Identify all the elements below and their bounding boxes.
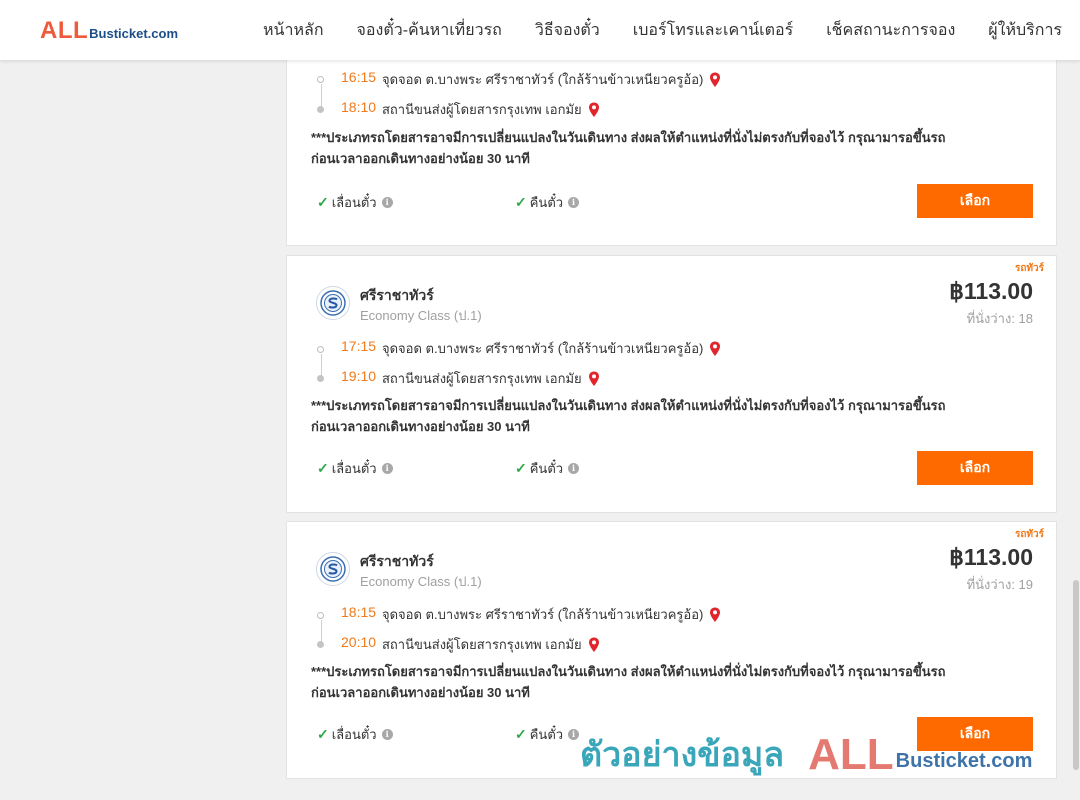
check-icon: ✓ — [515, 460, 527, 476]
notice-line-1: ***ประเภทรถโดยสารอาจมีการเปลี่ยนแปลงในวั… — [311, 398, 946, 413]
notice-line-2: ก่อนเวลาออกเดินทางอย่างน้อย 30 นาที — [311, 419, 530, 434]
map-pin-icon[interactable] — [709, 341, 721, 357]
seat-change-notice: ***ประเภทรถโดยสารอาจมีการเปลี่ยนแปลงในวั… — [311, 661, 1031, 703]
select-trip-button[interactable]: เลือก — [917, 184, 1033, 218]
ticket-price: ฿113.00 — [949, 544, 1033, 570]
check-icon: ✓ — [515, 194, 527, 210]
notice-line-1: ***ประเภทรถโดยสารอาจมีการเปลี่ยนแปลงในวั… — [311, 130, 946, 145]
bus-type-badge: รถทัวร์ — [1014, 529, 1044, 540]
arrival-place-label: สถานีขนส่งผู้โดยสารกรุงเทพ เอกมัย — [382, 637, 582, 652]
postpone-label: เลื่อนตั๋ว — [331, 727, 377, 742]
seats-available: ที่นั่งว่าง: 19 — [966, 577, 1033, 592]
top-navbar: ALL Busticket.com หน้าหลัก จองตั๋ว-ค้นหา… — [0, 0, 1080, 60]
check-icon: ✓ — [317, 194, 329, 210]
select-trip-button[interactable]: เลือก — [917, 717, 1033, 751]
bus-class: Economy Class (ป.1) — [360, 308, 482, 323]
arrival-time: 18:10 — [341, 99, 377, 115]
bus-class: Economy Class (ป.1) — [360, 574, 482, 589]
seats-available: ที่นั่งว่าง: 18 — [966, 311, 1033, 326]
logo-all-text: ALL — [40, 17, 89, 44]
departure-time: 16:15 — [341, 69, 377, 85]
check-icon: ✓ — [317, 726, 329, 742]
departure-place-label: จุดจอด ต.บางพระ ศรีราชาทัวร์ (ใกล้ร้านข้… — [382, 607, 704, 622]
map-pin-icon[interactable] — [588, 102, 600, 118]
route-timeline-line — [321, 84, 322, 108]
operator-name: ศรีราชาทัวร์ — [360, 553, 434, 569]
info-icon[interactable]: i — [568, 463, 580, 474]
arrival-dot — [317, 641, 324, 648]
operator-logo — [316, 286, 350, 320]
map-pin-icon[interactable] — [709, 72, 721, 88]
trip-card: 16:15 จุดจอด ต.บางพระ ศรีราชาทัวร์ (ใกล้… — [286, 40, 1057, 246]
operator-name: ศรีราชาทัวร์ — [360, 287, 434, 303]
arrival-place-label: สถานีขนส่งผู้โดยสารกรุงเทพ เอกมัย — [382, 371, 582, 386]
departure-place: จุดจอด ต.บางพระ ศรีราชาทัวร์ (ใกล้ร้านข้… — [382, 604, 721, 625]
postpone-policy: ✓ เลื่อนตั๋ว i — [317, 724, 393, 745]
info-icon[interactable]: i — [568, 729, 580, 740]
refund-label: คืนตั๋ว — [529, 461, 564, 476]
departure-place: จุดจอด ต.บางพระ ศรีราชาทัวร์ (ใกล้ร้านข้… — [382, 338, 721, 359]
trip-card: รถทัวร์ ศรีราชาทัวร์ Economy Class (ป.1)… — [286, 255, 1057, 513]
map-pin-icon[interactable] — [588, 371, 600, 387]
arrival-place: สถานีขนส่งผู้โดยสารกรุงเทพ เอกมัย — [382, 99, 600, 120]
arrival-dot — [317, 106, 324, 113]
departure-place: จุดจอด ต.บางพระ ศรีราชาทัวร์ (ใกล้ร้านข้… — [382, 69, 721, 90]
scrollbar-thumb[interactable] — [1073, 580, 1079, 770]
postpone-policy: ✓ เลื่อนตั๋ว i — [317, 458, 393, 479]
arrival-place: สถานีขนส่งผู้โดยสารกรุงเทพ เอกมัย — [382, 368, 600, 389]
info-icon[interactable]: i — [381, 197, 393, 208]
postpone-label: เลื่อนตั๋ว — [331, 195, 377, 210]
operator-logo-icon — [320, 290, 346, 316]
nav-how-to-book[interactable]: วิธีจองตั๋ว — [535, 18, 600, 43]
departure-place-label: จุดจอด ต.บางพระ ศรีราชาทัวร์ (ใกล้ร้านข้… — [382, 72, 704, 87]
operator-logo — [316, 552, 350, 586]
nav-check-booking[interactable]: เช็คสถานะการจอง — [826, 18, 955, 43]
operator-logo-icon — [320, 556, 346, 582]
info-icon[interactable]: i — [381, 463, 393, 474]
logo-domain-text: Busticket.com — [89, 26, 179, 41]
refund-policy: ✓ คืนตั๋ว i — [515, 724, 580, 745]
arrival-time: 20:10 — [341, 634, 377, 650]
arrival-time: 19:10 — [341, 368, 377, 384]
check-icon: ✓ — [515, 726, 527, 742]
refund-policy: ✓ คืนตั๋ว i — [515, 458, 580, 479]
nav-contact-counters[interactable]: เบอร์โทรและเคาน์เตอร์ — [633, 18, 793, 43]
departure-dot — [317, 346, 324, 353]
seat-change-notice: ***ประเภทรถโดยสารอาจมีการเปลี่ยนแปลงในวั… — [311, 395, 1031, 437]
main-nav: หน้าหลัก จองตั๋ว-ค้นหาเที่ยวรถ วิธีจองตั… — [263, 0, 1080, 60]
departure-time: 18:15 — [341, 604, 377, 620]
departure-dot — [317, 76, 324, 83]
info-icon[interactable]: i — [381, 729, 393, 740]
seat-change-notice: ***ประเภทรถโดยสารอาจมีการเปลี่ยนแปลงในวั… — [311, 127, 1031, 169]
nav-home[interactable]: หน้าหลัก — [263, 18, 324, 43]
departure-dot — [317, 612, 324, 619]
nav-operators[interactable]: ผู้ให้บริการ — [988, 18, 1062, 43]
page-scrollbar[interactable] — [1072, 60, 1080, 800]
notice-line-2: ก่อนเวลาออกเดินทางอย่างน้อย 30 นาที — [311, 151, 530, 166]
trip-card: รถทัวร์ ศรีราชาทัวร์ Economy Class (ป.1)… — [286, 521, 1057, 779]
info-icon[interactable]: i — [568, 197, 580, 208]
check-icon: ✓ — [317, 460, 329, 476]
postpone-policy: ✓ เลื่อนตั๋ว i — [317, 192, 393, 213]
notice-line-2: ก่อนเวลาออกเดินทางอย่างน้อย 30 นาที — [311, 685, 530, 700]
postpone-label: เลื่อนตั๋ว — [331, 461, 377, 476]
bus-type-badge: รถทัวร์ — [1014, 263, 1044, 274]
refund-label: คืนตั๋ว — [529, 195, 564, 210]
map-pin-icon[interactable] — [588, 637, 600, 653]
arrival-dot — [317, 375, 324, 382]
refund-policy: ✓ คืนตั๋ว i — [515, 192, 580, 213]
arrival-place-label: สถานีขนส่งผู้โดยสารกรุงเทพ เอกมัย — [382, 102, 582, 117]
notice-line-1: ***ประเภทรถโดยสารอาจมีการเปลี่ยนแปลงในวั… — [311, 664, 946, 679]
nav-book-search[interactable]: จองตั๋ว-ค้นหาเที่ยวรถ — [357, 18, 502, 43]
ticket-price: ฿113.00 — [949, 278, 1033, 304]
arrival-place: สถานีขนส่งผู้โดยสารกรุงเทพ เอกมัย — [382, 634, 600, 655]
refund-label: คืนตั๋ว — [529, 727, 564, 742]
select-trip-button[interactable]: เลือก — [917, 451, 1033, 485]
departure-place-label: จุดจอด ต.บางพระ ศรีราชาทัวร์ (ใกล้ร้านข้… — [382, 341, 704, 356]
site-logo[interactable]: ALL Busticket.com — [40, 17, 178, 45]
map-pin-icon[interactable] — [709, 607, 721, 623]
departure-time: 17:15 — [341, 338, 377, 354]
